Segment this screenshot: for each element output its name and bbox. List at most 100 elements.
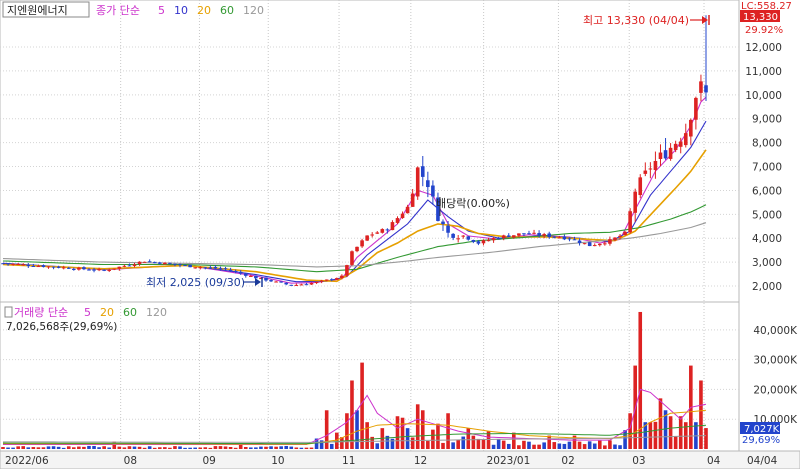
candle-body bbox=[223, 268, 228, 270]
volume-legend-period: 120 bbox=[146, 306, 167, 319]
volume-bar bbox=[466, 428, 471, 449]
candle-body bbox=[704, 85, 708, 93]
candle-body bbox=[350, 251, 354, 265]
volume-bar bbox=[274, 446, 278, 449]
candle-body bbox=[233, 270, 238, 272]
volume-bar bbox=[51, 446, 56, 449]
candle-body bbox=[380, 229, 385, 233]
volume-bar bbox=[193, 447, 197, 449]
volume-bar bbox=[264, 446, 268, 449]
volume-legend-period: 60 bbox=[123, 306, 137, 319]
candle-body bbox=[699, 81, 703, 93]
candle-body bbox=[137, 261, 142, 264]
volume-tick-label: 30,000K bbox=[753, 355, 798, 367]
y-tick-label: 9,000 bbox=[752, 114, 782, 126]
volume-bar bbox=[436, 423, 440, 449]
candle-body bbox=[496, 238, 501, 240]
candle-body bbox=[213, 266, 218, 269]
volume-bar bbox=[61, 447, 66, 449]
volume-bar bbox=[284, 445, 289, 449]
candle-body bbox=[31, 265, 36, 267]
candle-body bbox=[542, 234, 546, 236]
volume-bar bbox=[461, 436, 466, 449]
volume-bar bbox=[426, 441, 430, 449]
candle-body bbox=[294, 284, 299, 286]
volume-legend-period: 20 bbox=[100, 306, 114, 319]
candle-body bbox=[289, 284, 294, 286]
candle-body bbox=[451, 233, 455, 238]
volume-bar bbox=[668, 416, 673, 449]
y-tick-label: 11,000 bbox=[745, 66, 782, 78]
candle-body bbox=[375, 232, 380, 234]
candle-body bbox=[527, 233, 531, 235]
volume-bar bbox=[517, 445, 521, 449]
volume-bar bbox=[107, 447, 112, 449]
candle-body bbox=[506, 235, 511, 237]
candle-body bbox=[21, 264, 26, 266]
volume-bar bbox=[334, 432, 339, 449]
volume-bar bbox=[613, 444, 617, 449]
candle-body bbox=[163, 262, 167, 265]
candle-body bbox=[173, 263, 177, 265]
volume-bar bbox=[233, 447, 238, 449]
candle-body bbox=[147, 261, 152, 263]
volume-bar bbox=[329, 443, 334, 449]
volume-bar bbox=[249, 447, 253, 449]
volume-bar bbox=[132, 446, 137, 449]
candle-body bbox=[587, 242, 592, 247]
volume-bar bbox=[456, 439, 460, 449]
candle-body bbox=[537, 233, 541, 236]
candle-body bbox=[689, 119, 693, 137]
volume-bar bbox=[623, 430, 627, 449]
volume-bar bbox=[87, 445, 91, 449]
candle-body bbox=[486, 240, 491, 242]
volume-bar bbox=[501, 440, 506, 449]
candle-body bbox=[82, 267, 86, 270]
volume-bar bbox=[360, 362, 364, 449]
volume-bar bbox=[259, 446, 263, 449]
candle-body bbox=[61, 267, 66, 269]
volume-bar bbox=[400, 417, 405, 449]
candle-body bbox=[188, 264, 192, 268]
high-annotation: 최고 13,330 (04/04) bbox=[583, 14, 689, 27]
volume-tick-label: 40,000K bbox=[753, 325, 798, 337]
y-tick-label: 8,000 bbox=[752, 138, 782, 150]
candle-body bbox=[532, 232, 536, 234]
volume-bar bbox=[243, 447, 248, 449]
volume-bar bbox=[178, 446, 182, 449]
candle-body bbox=[324, 279, 329, 281]
volume-bar bbox=[557, 443, 562, 449]
volume-bar bbox=[491, 444, 496, 449]
volume-bar bbox=[395, 416, 400, 449]
volume-bar bbox=[21, 446, 26, 449]
candle-body bbox=[365, 235, 369, 241]
candle-body bbox=[152, 262, 157, 264]
candle-body bbox=[249, 275, 253, 277]
candle-body bbox=[340, 275, 344, 278]
candle-body bbox=[501, 235, 506, 238]
candle-body bbox=[102, 269, 106, 271]
volume-bar bbox=[56, 446, 61, 449]
volume-bar bbox=[299, 447, 304, 449]
price-badge-text: 13,330 bbox=[743, 12, 778, 23]
volume-bar bbox=[567, 441, 572, 449]
candle-body bbox=[26, 265, 31, 267]
candle-body bbox=[122, 265, 127, 267]
candle-body bbox=[360, 240, 364, 247]
candle-body bbox=[203, 267, 208, 269]
volume-bar bbox=[597, 440, 602, 449]
candle-body bbox=[608, 239, 612, 244]
candle-body bbox=[284, 282, 289, 285]
volume-bar bbox=[405, 428, 410, 449]
volume-bar bbox=[309, 447, 314, 449]
y-tick-label: 4,000 bbox=[752, 233, 782, 245]
volume-bar bbox=[198, 447, 203, 449]
candle-body bbox=[309, 282, 314, 285]
candle-body bbox=[446, 225, 450, 233]
candle-body bbox=[16, 264, 20, 266]
candle-body bbox=[319, 280, 324, 282]
volume-bar bbox=[542, 442, 546, 449]
volume-bar bbox=[471, 435, 476, 449]
candle-body bbox=[183, 265, 187, 267]
candle-body bbox=[628, 211, 632, 233]
